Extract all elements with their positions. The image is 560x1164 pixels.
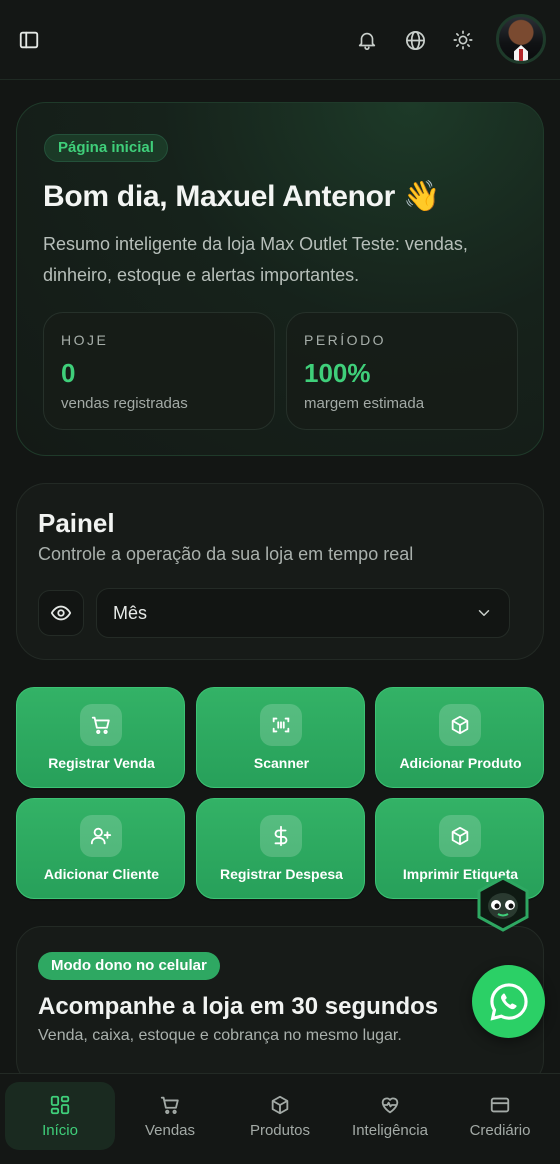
add-customer-button[interactable]: Adicionar Cliente <box>16 798 185 899</box>
sidebar-toggle-icon[interactable] <box>14 26 44 54</box>
stat-value: 100% <box>304 358 371 388</box>
nav-label: Início <box>42 1122 78 1139</box>
nav-item-inteligencia[interactable]: Inteligência <box>335 1082 445 1150</box>
nav-label: Produtos <box>249 1122 311 1139</box>
grid-icon <box>5 1094 115 1116</box>
dollar-icon <box>260 815 302 857</box>
owner-mode-title: Acompanhe a loja em 30 segundos <box>38 993 439 1020</box>
avatar[interactable] <box>496 14 546 64</box>
stat-value: 0 <box>61 358 76 388</box>
register-sale-button[interactable]: Registrar Venda <box>16 687 185 788</box>
sun-icon[interactable] <box>448 25 478 55</box>
greeting-description: Resumo inteligente da loja Max Outlet Te… <box>43 234 468 285</box>
welcome-card: Página inicial Bom dia, Maxuel Antenor 👋… <box>16 102 544 456</box>
cart-icon <box>115 1094 225 1116</box>
user-plus-icon <box>80 815 122 857</box>
tile-label: Registrar Venda <box>48 755 155 771</box>
box-icon <box>225 1094 335 1116</box>
owner-mode-badge: Modo dono no celular <box>38 952 220 980</box>
avatar-tie <box>519 49 523 61</box>
stat-label: HOJE <box>61 332 109 348</box>
nav-label: Inteligência <box>352 1122 428 1139</box>
dashboard-panel: Painel Controle a operação da sua loja e… <box>16 483 544 660</box>
bottom-navigation: Início Vendas Produtos Inteligência Cred… <box>0 1073 560 1164</box>
nav-label: Vendas <box>144 1122 196 1139</box>
cart-icon <box>80 704 122 746</box>
nav-label: Crediário <box>469 1122 531 1139</box>
box-icon <box>439 704 481 746</box>
greeting-title: Bom dia, Maxuel Antenor 👋 <box>43 180 441 213</box>
nav-item-crediario[interactable]: Crediário <box>445 1082 555 1150</box>
box-icon <box>439 815 481 857</box>
stat-card-today: HOJE 0 vendas registradas <box>43 312 275 430</box>
chevron-down-icon <box>475 604 493 627</box>
owner-mode-subtitle: Venda, caixa, estoque e cobrança no mesm… <box>38 1027 402 1044</box>
stat-label: PERÍODO <box>304 332 387 348</box>
top-bar <box>0 0 560 80</box>
credit-card-icon <box>445 1094 555 1116</box>
panel-subtitle: Controle a operação da sua loja em tempo… <box>38 544 414 564</box>
visibility-toggle-button[interactable] <box>38 590 84 636</box>
globe-icon[interactable] <box>400 25 430 55</box>
whatsapp-icon <box>489 982 528 1021</box>
stat-caption: vendas registradas <box>61 395 188 412</box>
assistant-bot-icon[interactable] <box>476 876 530 932</box>
owner-mode-card: Modo dono no celular Acompanhe a loja em… <box>16 926 544 1086</box>
tile-label: Adicionar Produto <box>399 755 522 771</box>
nav-item-vendas[interactable]: Vendas <box>115 1082 225 1150</box>
heart-pulse-icon <box>335 1094 445 1116</box>
eye-icon <box>50 605 72 621</box>
tile-label: Registrar Despesa <box>220 866 343 882</box>
tile-label: Adicionar Cliente <box>43 866 160 882</box>
stat-card-period: PERÍODO 100% margem estimada <box>286 312 518 430</box>
panel-title: Painel <box>38 508 115 538</box>
stat-caption: margem estimada <box>304 395 425 412</box>
add-product-button[interactable]: Adicionar Produto <box>375 687 544 788</box>
scanner-button[interactable]: Scanner <box>196 687 365 788</box>
register-expense-button[interactable]: Registrar Despesa <box>196 798 365 899</box>
period-select[interactable]: Mês <box>96 588 510 638</box>
bell-icon[interactable] <box>352 25 382 55</box>
period-select-value: Mês <box>113 603 148 623</box>
nav-item-produtos[interactable]: Produtos <box>225 1082 335 1150</box>
barcode-scan-icon <box>260 704 302 746</box>
whatsapp-button[interactable] <box>472 965 545 1038</box>
tile-label: Scanner <box>253 755 310 771</box>
nav-item-inicio[interactable]: Início <box>5 1082 115 1150</box>
page-badge: Página inicial <box>44 134 168 162</box>
